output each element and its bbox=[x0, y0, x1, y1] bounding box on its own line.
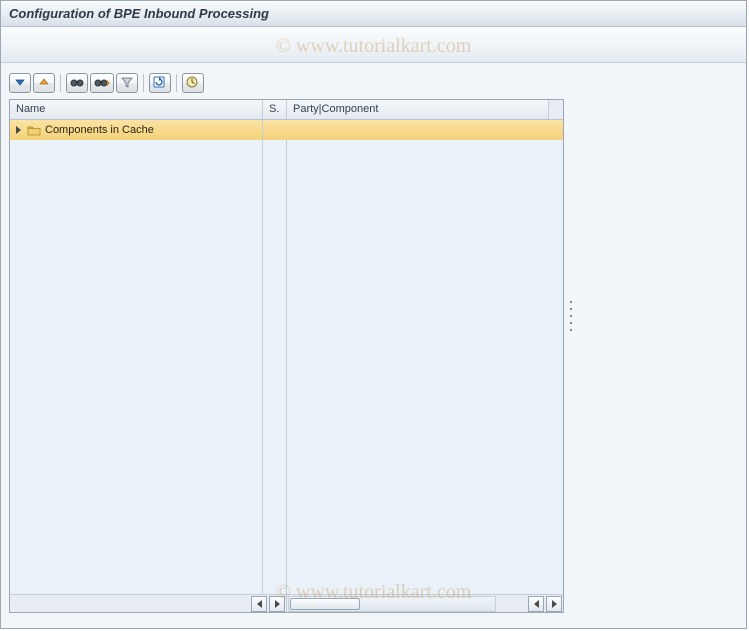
grid-header-row: Name S. Party|Component bbox=[10, 100, 563, 120]
execute-button[interactable] bbox=[182, 73, 204, 93]
find-button[interactable] bbox=[66, 73, 88, 93]
collapse-icon bbox=[38, 76, 50, 91]
binoculars-icon bbox=[70, 76, 84, 91]
binoculars-next-icon bbox=[94, 76, 110, 91]
refresh-button[interactable] bbox=[149, 73, 171, 93]
tree-root-label: Components in Cache bbox=[45, 124, 154, 136]
selected-row-highlight bbox=[263, 120, 563, 140]
alv-grid: Name S. Party|Component bbox=[9, 99, 564, 613]
tree-column: Components in Cache bbox=[10, 120, 263, 594]
collapse-all-button[interactable] bbox=[33, 73, 55, 93]
arrow-left-icon bbox=[534, 600, 539, 608]
column-header-name[interactable]: Name bbox=[10, 100, 263, 119]
scroll-left-button[interactable] bbox=[528, 596, 544, 612]
expand-arrow-icon[interactable] bbox=[16, 126, 21, 134]
column-header-party[interactable]: Party|Component bbox=[287, 100, 549, 119]
page-title: Configuration of BPE Inbound Processing bbox=[9, 6, 269, 21]
arrow-right-icon bbox=[275, 600, 280, 608]
arrow-left-icon bbox=[257, 600, 262, 608]
scrollbar-thumb[interactable] bbox=[290, 598, 360, 610]
column-header-spacer bbox=[549, 100, 563, 119]
titlebar: Configuration of BPE Inbound Processing bbox=[1, 1, 746, 27]
expand-icon bbox=[14, 76, 26, 91]
content-area: Name S. Party|Component bbox=[1, 63, 746, 628]
scroll-left-button[interactable] bbox=[251, 596, 267, 612]
toolbar-separator bbox=[176, 74, 177, 92]
folder-icon bbox=[27, 124, 41, 136]
party-column bbox=[287, 120, 563, 594]
tree-root-row[interactable]: Components in Cache bbox=[10, 120, 262, 140]
find-next-button[interactable] bbox=[90, 73, 114, 93]
scrollbar-track[interactable] bbox=[288, 596, 496, 612]
toolbar-separator bbox=[60, 74, 61, 92]
grid-body: Components in Cache bbox=[10, 120, 563, 594]
toolbar-separator bbox=[143, 74, 144, 92]
funnel-icon bbox=[121, 76, 133, 91]
scroll-right-button[interactable] bbox=[546, 596, 562, 612]
application-toolbar bbox=[1, 27, 746, 63]
refresh-icon bbox=[153, 76, 167, 91]
column-header-status[interactable]: S. bbox=[263, 100, 287, 119]
splitter-handle[interactable] bbox=[568, 301, 574, 331]
horizontal-scroll-area bbox=[10, 594, 563, 612]
clock-execute-icon bbox=[186, 76, 200, 91]
hscroll-left-segment bbox=[10, 595, 287, 612]
hscroll-right-segment bbox=[287, 595, 563, 612]
alv-toolbar bbox=[9, 71, 738, 95]
status-column bbox=[263, 120, 287, 594]
sap-window: Configuration of BPE Inbound Processing … bbox=[0, 0, 747, 629]
arrow-right-icon bbox=[552, 600, 557, 608]
filter-button[interactable] bbox=[116, 73, 138, 93]
expand-all-button[interactable] bbox=[9, 73, 31, 93]
scroll-right-button[interactable] bbox=[269, 596, 285, 612]
